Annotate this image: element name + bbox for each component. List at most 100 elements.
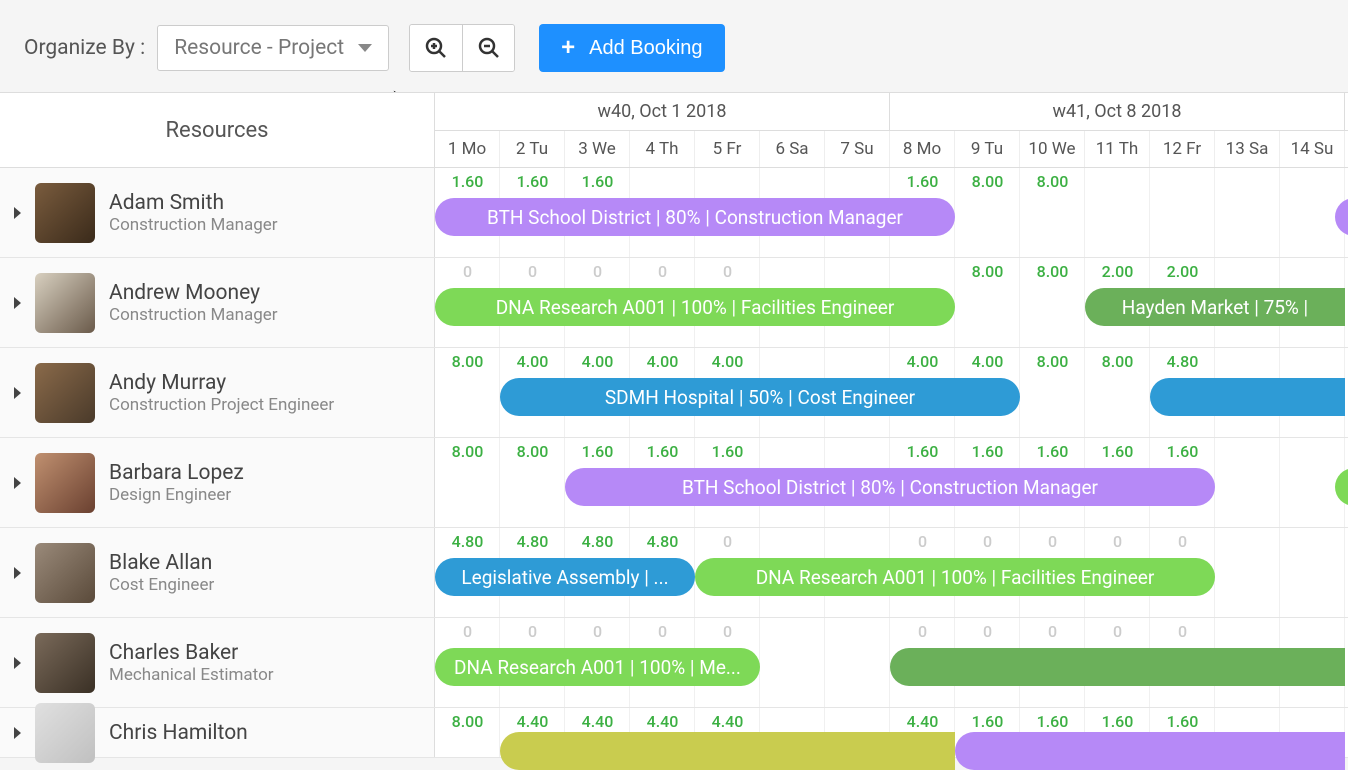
- hour-value: 8.00: [955, 172, 1020, 191]
- expand-caret-icon[interactable]: [14, 387, 21, 399]
- resource-info[interactable]: Chris Hamilton: [0, 708, 435, 757]
- timeline[interactable]: 8.004.004.004.004.004.004.008.008.004.80…: [435, 348, 1348, 437]
- zoom-in-button[interactable]: [410, 25, 462, 71]
- day-header[interactable]: 11 Th: [1085, 131, 1150, 167]
- hour-value: 0: [435, 262, 500, 281]
- hour-value: [1280, 172, 1345, 191]
- day-header[interactable]: 1 Mo: [435, 131, 500, 167]
- expand-caret-icon[interactable]: [14, 657, 21, 669]
- hour-value: 8.00: [435, 442, 500, 461]
- hour-value: 4.00: [630, 352, 695, 371]
- timeline[interactable]: 0000000000DNA Research A001 | 100% | Me.…: [435, 618, 1348, 707]
- hour-value: [1085, 172, 1150, 191]
- booking-bar[interactable]: Legislative Assembly | ...: [435, 558, 695, 596]
- zoom-out-button[interactable]: [462, 25, 514, 71]
- hours-row: 4.804.804.804.80000000: [435, 532, 1345, 551]
- day-header[interactable]: 12 Fr: [1150, 131, 1215, 167]
- hour-value: 8.00: [500, 442, 565, 461]
- booking-bar[interactable]: [500, 732, 955, 770]
- day-header[interactable]: 9 Tu: [955, 131, 1020, 167]
- resource-info[interactable]: Charles BakerMechanical Estimator: [0, 618, 435, 707]
- avatar: [35, 543, 95, 603]
- timeline[interactable]: 8.008.001.601.601.601.601.601.601.601.60…: [435, 438, 1348, 527]
- add-booking-label: Add Booking: [589, 37, 702, 60]
- day-header[interactable]: 13 Sa: [1215, 131, 1280, 167]
- hour-value: [825, 442, 890, 461]
- resource-name: Charles Baker: [109, 641, 274, 665]
- expand-caret-icon[interactable]: [14, 567, 21, 579]
- hour-value: [1150, 172, 1215, 191]
- hour-value: 0: [890, 532, 955, 551]
- expand-caret-icon[interactable]: [14, 477, 21, 489]
- booking-bar[interactable]: [955, 732, 1345, 770]
- hour-value: 4.80: [435, 532, 500, 551]
- week-header: w40, Oct 1 2018: [435, 93, 890, 130]
- expand-caret-icon[interactable]: [14, 207, 21, 219]
- resource-info[interactable]: Andrew MooneyConstruction Manager: [0, 258, 435, 347]
- hour-value: 4.00: [695, 352, 760, 371]
- hour-value: 0: [565, 622, 630, 641]
- booking-bar[interactable]: [890, 648, 1345, 686]
- resource-info[interactable]: Andy MurrayConstruction Project Engineer: [0, 348, 435, 437]
- booking-bar[interactable]: DNA Research A001 | 100% | Facilities En…: [695, 558, 1215, 596]
- day-header[interactable]: 7 Su: [825, 131, 890, 167]
- grid-body: Adam SmithConstruction Manager 1.60 1.60 1.…: [0, 168, 1348, 758]
- expand-caret-icon[interactable]: [14, 297, 21, 309]
- booking-bar[interactable]: SDMH Hospital | 50% | Cost Engineer: [500, 378, 1020, 416]
- booking-bar[interactable]: Hayden Market | 75% |: [1085, 288, 1345, 326]
- resource-name: Barbara Lopez: [109, 461, 244, 485]
- day-header[interactable]: 3 We: [565, 131, 630, 167]
- hour-value: 1.60: [955, 712, 1020, 731]
- booking-bar[interactable]: DNA Research A001 | 100% | Facilities En…: [435, 288, 955, 326]
- timeline[interactable]: 1.601.601.601.608.008.00BTH School Distr…: [435, 168, 1348, 257]
- resource-info[interactable]: Adam SmithConstruction Manager: [0, 168, 435, 257]
- hour-value: [1215, 532, 1280, 551]
- plus-icon: +: [561, 36, 575, 60]
- hour-value: 0: [1150, 622, 1215, 641]
- hour-value: 8.00: [955, 262, 1020, 281]
- hour-value: 4.80: [500, 532, 565, 551]
- booking-bar[interactable]: DNA Research A001 | 100% | Me...: [435, 648, 760, 686]
- hour-value: 2.00: [1150, 262, 1215, 281]
- day-header[interactable]: 14 Su: [1280, 131, 1345, 167]
- organize-by-dropdown[interactable]: Resource - Project: [157, 25, 389, 71]
- hour-value: 1.60: [500, 172, 565, 191]
- hour-value: 0: [695, 622, 760, 641]
- booking-bar[interactable]: BTH School District | 80% | Construction…: [565, 468, 1215, 506]
- hour-value: 4.80: [1150, 352, 1215, 371]
- timeline-header: w40, Oct 1 2018w41, Oct 8 2018 1 Mo2 Tu3…: [435, 93, 1348, 167]
- resource-info[interactable]: Blake AllanCost Engineer: [0, 528, 435, 617]
- timeline[interactable]: 000008.008.002.002.00DNA Research A001 |…: [435, 258, 1348, 347]
- hours-row: 8.004.004.004.004.004.004.008.008.004.80: [435, 352, 1345, 371]
- hour-value: [630, 172, 695, 191]
- hour-value: [760, 712, 825, 731]
- resource-role: Cost Engineer: [109, 575, 214, 595]
- grid-header: Resources w40, Oct 1 2018w41, Oct 8 2018…: [0, 92, 1348, 168]
- day-header[interactable]: 8 Mo: [890, 131, 955, 167]
- hour-value: 8.00: [1085, 352, 1150, 371]
- hour-value: [760, 442, 825, 461]
- hour-value: 4.00: [890, 352, 955, 371]
- timeline[interactable]: 4.804.804.804.80000000Legislative Assemb…: [435, 528, 1348, 617]
- day-header[interactable]: 10 We: [1020, 131, 1085, 167]
- expand-caret-icon[interactable]: [14, 727, 21, 739]
- resource-row: Andy MurrayConstruction Project Engineer…: [0, 348, 1348, 438]
- booking-bar[interactable]: BTH School District | 80% | Construction…: [435, 198, 955, 236]
- hour-value: 1.60: [1150, 712, 1215, 731]
- resource-text: Adam SmithConstruction Manager: [109, 191, 278, 235]
- hour-value: [695, 172, 760, 191]
- resource-row: Andrew MooneyConstruction Manager000008.…: [0, 258, 1348, 348]
- hour-value: 1.60: [1020, 442, 1085, 461]
- booking-bar[interactable]: [1150, 378, 1345, 416]
- hour-value: [760, 532, 825, 551]
- day-header[interactable]: 2 Tu: [500, 131, 565, 167]
- timeline[interactable]: 8.004.404.404.404.404.401.601.601.601.60: [435, 708, 1348, 757]
- hour-value: 8.00: [1020, 352, 1085, 371]
- hour-value: [1280, 262, 1345, 281]
- hour-value: 4.00: [955, 352, 1020, 371]
- day-header[interactable]: 4 Th: [630, 131, 695, 167]
- day-header[interactable]: 6 Sa: [760, 131, 825, 167]
- add-booking-button[interactable]: + Add Booking: [539, 24, 724, 72]
- day-header[interactable]: 5 Fr: [695, 131, 760, 167]
- resource-info[interactable]: Barbara LopezDesign Engineer: [0, 438, 435, 527]
